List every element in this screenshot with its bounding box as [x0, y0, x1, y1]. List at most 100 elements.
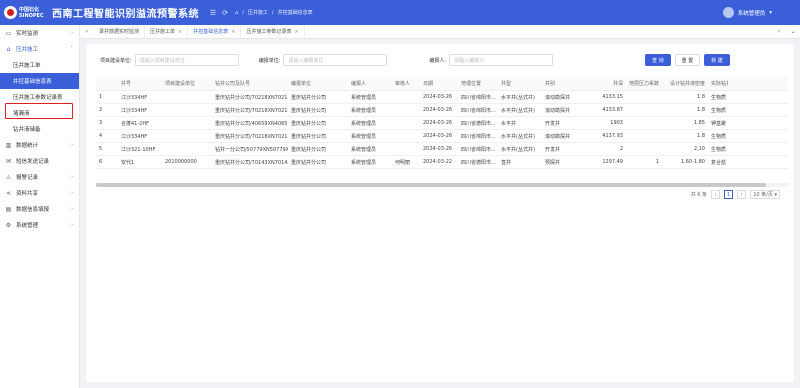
- scrollbar-thumb[interactable]: [96, 183, 766, 187]
- user-name[interactable]: 系统管理员: [738, 9, 766, 17]
- tab-well-control-params[interactable]: 压井施工参数记录表 ×: [241, 24, 305, 39]
- tab-scroll-right-icon[interactable]: ›: [772, 28, 786, 35]
- project-unit-label: 项目建设单位:: [100, 57, 132, 64]
- sinopec-logo-icon: [4, 6, 17, 19]
- search-button[interactable]: 查 询: [645, 54, 671, 66]
- next-page-icon[interactable]: ›: [737, 190, 747, 199]
- app-title: 西南工程智能识别溢流预警系统: [52, 9, 199, 20]
- chevron-right-icon: ›: [71, 142, 73, 148]
- compiler-input[interactable]: 请输入编报人: [449, 54, 554, 66]
- page-number[interactable]: 1: [724, 190, 734, 199]
- column-header: 井别: [545, 81, 556, 87]
- menu-toggle-icon[interactable]: ☰: [207, 7, 219, 19]
- table-cell: 重庆钻井分公司: [291, 133, 327, 140]
- table-cell: 1.8: [697, 133, 705, 139]
- table-cell: 重庆钻井分公司/70218XN70218XN: [215, 107, 288, 114]
- table-row[interactable]: 3 合蓬41-2HF 重庆钻井分公司/40659XN40659XN重庆钻井分公司 系统…: [96, 117, 788, 130]
- table-row[interactable]: 2 江沙334HF 重庆钻井分公司/70218XN70218XN重庆钻井分公司 系统管…: [96, 104, 788, 117]
- sidebar-item-monitor[interactable]: ▭ 实时监测 ›: [0, 25, 79, 41]
- table-cell: 2024-03-26: [423, 107, 453, 113]
- tab-realtime-monitor[interactable]: 录井数据实时监测: [94, 24, 146, 39]
- reset-button[interactable]: 重 置: [674, 54, 701, 66]
- add-button[interactable]: 新 建: [704, 54, 730, 66]
- chevron-right-icon: ›: [71, 190, 73, 196]
- table-cell: 5: [99, 146, 103, 152]
- user-menu[interactable]: 系统管理员 ▾: [722, 7, 800, 18]
- column-header: 实际钻井: [711, 81, 728, 87]
- project-unit-input[interactable]: 请输入项目建设单位: [134, 54, 239, 66]
- table-cell: 6: [99, 159, 103, 165]
- table-cell: 系统管理员: [351, 146, 377, 153]
- pagination-total: 共 6 条: [690, 192, 708, 198]
- action-buttons: 查 询 重 置 新 建: [645, 54, 730, 66]
- close-icon[interactable]: ×: [294, 29, 298, 35]
- breadcrumb: ⌂ / 压井施工 / 井控基础信息表: [235, 9, 313, 17]
- table-cell: 重庆钻井分公司: [291, 94, 327, 101]
- breadcrumb-item[interactable]: 压井施工: [248, 9, 268, 16]
- horizontal-scrollbar[interactable]: [96, 183, 788, 187]
- tab-well-control-order[interactable]: 压井施工单 ×: [145, 24, 189, 39]
- sidebar-item-well-control-info[interactable]: 井控基础信息表: [0, 73, 79, 89]
- table-row[interactable]: 5 江沙321-10HF 钻井一分公司/50779XN50779XN 重庆钻井分公司 系…: [96, 143, 788, 156]
- tab-scroll-left-icon[interactable]: ‹: [80, 28, 94, 35]
- table-cell: 4133.87: [602, 107, 623, 113]
- sidebar-item-well-control-params[interactable]: 压井施工参数记录表: [0, 89, 79, 105]
- page-size-select[interactable]: 10 条/页 ▾: [750, 190, 780, 199]
- column-header: 编报人: [351, 81, 367, 87]
- table-cell: 四川省绵阳市...: [461, 133, 496, 140]
- table-cell: 4133.15: [602, 94, 623, 100]
- sidebar-item-share[interactable]: ⋖ 资料共享 ›: [0, 185, 79, 201]
- breadcrumb-item: 井控基础信息表: [277, 10, 313, 16]
- table-cell: 2024-03-22: [423, 159, 453, 165]
- table-cell: 2,10: [693, 146, 705, 152]
- table-cell: 系统管理员: [351, 94, 377, 101]
- close-icon[interactable]: ×: [231, 29, 235, 35]
- tab-menu-chevron-down-icon[interactable]: ⌄: [786, 28, 800, 35]
- table-cell: 钾基聚: [711, 120, 727, 127]
- table-row[interactable]: 1 江沙334HF 重庆钻井分公司/70218XN70218XN重庆钻井分公司 系统管…: [96, 91, 788, 104]
- sidebar-item-data-entry[interactable]: ▤ 数据信息填报 ›: [0, 201, 79, 217]
- compile-unit-input[interactable]: 请输入编报单位: [283, 54, 388, 66]
- table-cell: 江沙321-10HF: [121, 146, 156, 153]
- column-header: 地理位置: [461, 81, 482, 87]
- share-icon: ⋖: [5, 189, 12, 197]
- chevron-down-icon[interactable]: ▾: [769, 10, 772, 16]
- prev-page-icon[interactable]: ‹: [711, 190, 721, 199]
- column-header: 项目建设单位: [165, 81, 196, 87]
- table-cell: 2024-03-26: [423, 94, 453, 100]
- sidebar-item-well-control[interactable]: ⌂ 压井施工 ˄: [0, 41, 79, 57]
- sidebar-item-system[interactable]: ⚙ 系统管理 ›: [0, 217, 79, 233]
- tab-well-control-info[interactable]: 井控基础信息表 ×: [188, 24, 242, 39]
- table-cell: 系统管理员: [351, 107, 377, 114]
- sinopec-logo: 中国石化 SINOPEC: [0, 0, 48, 25]
- table-cell: 3: [99, 120, 103, 126]
- refresh-icon[interactable]: ⟳: [219, 7, 231, 19]
- table-row[interactable]: 6 安代1 2010000000 重庆钻井分公司/70143XN70143XN重庆钻井…: [96, 156, 788, 169]
- home-icon[interactable]: ⌂: [235, 10, 238, 16]
- column-header: 审核人: [395, 81, 411, 87]
- sidebar-item-mud-reserve[interactable]: 钻井液储备: [0, 121, 79, 137]
- table-cell: 重庆钻井分公司: [291, 120, 327, 127]
- column-header: 井号: [121, 81, 132, 87]
- sidebar-item-well-control-order[interactable]: 压井施工单: [0, 57, 79, 73]
- table-cell: 1.60-1.80: [680, 159, 705, 165]
- gear-icon: ⚙: [5, 221, 12, 229]
- table-cell: 四川省绵阳市...: [461, 107, 496, 114]
- table-row[interactable]: 4 江沙334HF 重庆钻井分公司/70218XN70218XN重庆钻井分公司 系统管…: [96, 130, 788, 143]
- avatar[interactable]: [722, 7, 734, 18]
- chevron-up-icon: ˄: [70, 46, 74, 52]
- table-cell: 直井: [501, 159, 512, 166]
- sidebar-item-statistics[interactable]: ▥ 数据统计 ›: [0, 137, 79, 153]
- sidebar-item-sms[interactable]: ✉ 短信发送记录: [0, 153, 79, 169]
- table-cell: 滚动勘探井: [545, 133, 571, 140]
- table-cell: 2024-03-26: [423, 146, 453, 152]
- sidebar-item-plugging-fluid[interactable]: 堵漏液: [0, 105, 79, 121]
- table-cell: 安代1: [121, 159, 135, 166]
- close-icon[interactable]: ×: [178, 29, 182, 35]
- table-cell: 1297.49: [602, 159, 623, 165]
- table-cell: 2010000000: [165, 159, 197, 165]
- table-cell: 2: [99, 107, 103, 113]
- sidebar-item-alarm[interactable]: ⚠ 报警记录 ›: [0, 169, 79, 185]
- chevron-right-icon: ›: [71, 174, 73, 180]
- alarm-icon: ⚠: [5, 173, 12, 181]
